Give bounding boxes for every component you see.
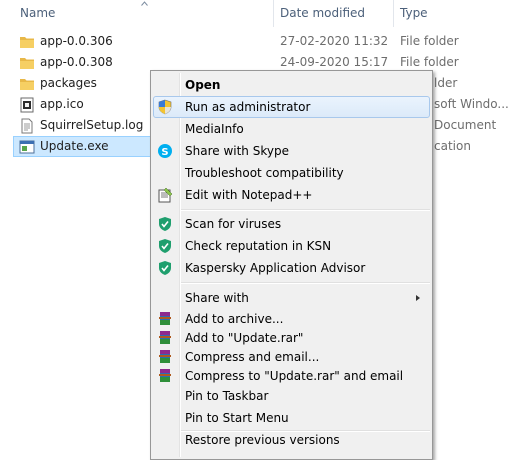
- menu-item-edit-with-notepad-plus-plus[interactable]: Edit with Notepad++: [153, 184, 430, 206]
- file-type: File folder: [400, 34, 459, 48]
- svg-text:S: S: [161, 147, 168, 158]
- menu-item-label: Kaspersky Application Advisor: [185, 261, 366, 275]
- file-name: app.ico: [40, 97, 84, 111]
- menu-item-open[interactable]: Open: [153, 74, 430, 96]
- menu-item-label: Share with: [185, 291, 249, 305]
- kaspersky-shield-icon: [159, 239, 171, 253]
- kaspersky-shield-icon: [159, 217, 171, 231]
- menu-item-pin-to-taskbar[interactable]: Pin to Taskbar: [153, 385, 430, 407]
- menu-item-share-with[interactable]: Share with: [153, 287, 430, 309]
- winrar-icon: [159, 369, 171, 382]
- file-name: app-0.0.308: [40, 55, 113, 69]
- text-file-icon: [21, 118, 33, 134]
- skype-icon: S: [158, 144, 172, 158]
- folder-icon: [20, 79, 34, 90]
- submenu-arrow-icon: [416, 295, 420, 301]
- file-date: 27-02-2020 11:32: [280, 34, 389, 48]
- column-divider[interactable]: [393, 0, 394, 27]
- file-explorer-window: Name Date modified Type app-0.0.306 27-0…: [0, 0, 520, 460]
- menu-item-label: Run as administrator: [185, 100, 311, 114]
- menu-item-label: Check reputation in KSN: [185, 239, 332, 253]
- ico-file-icon: [20, 97, 34, 113]
- column-header-date[interactable]: Date modified: [280, 0, 365, 27]
- file-name: packages: [40, 76, 97, 90]
- file-row-selected[interactable]: Update.exe: [13, 136, 152, 157]
- menu-separator: [181, 209, 430, 211]
- menu-item-label: Share with Skype: [185, 144, 289, 158]
- folder-icon: [20, 37, 34, 48]
- menu-item-troubleshoot-compatibility[interactable]: Troubleshoot compatibility: [153, 162, 430, 184]
- menu-item-label: Troubleshoot compatibility: [185, 166, 344, 180]
- menu-item-label: Edit with Notepad++: [185, 188, 313, 202]
- menu-item-label: Compress to "Update.rar" and email: [185, 369, 404, 383]
- menu-item-share-with-skype[interactable]: S Share with Skype: [153, 140, 430, 162]
- menu-item-label: Pin to Taskbar: [185, 389, 269, 403]
- menu-separator: [181, 282, 430, 284]
- file-type-partial: lder: [434, 76, 458, 90]
- column-header-name[interactable]: Name: [20, 0, 55, 27]
- menu-item-mediainfo[interactable]: MediaInfo: [153, 118, 430, 140]
- sort-ascending-icon: [141, 1, 148, 6]
- menu-item-label: Scan for viruses: [185, 217, 282, 231]
- menu-item-kaspersky-application-advisor[interactable]: Kaspersky Application Advisor: [153, 257, 430, 279]
- menu-item-scan-for-viruses[interactable]: Scan for viruses: [153, 213, 430, 235]
- folder-icon: [20, 58, 34, 69]
- kaspersky-shield-icon: [159, 261, 171, 275]
- file-name: SquirrelSetup.log: [40, 118, 144, 132]
- file-name: Update.exe: [40, 139, 109, 153]
- file-type-partial: Document: [434, 118, 497, 132]
- menu-item-compress-to-rar-and-email[interactable]: Compress to "Update.rar" and email: [153, 365, 430, 387]
- file-type-partial: soft Windo...: [434, 97, 509, 111]
- exe-file-icon: [19, 140, 35, 154]
- menu-item-pin-to-start-menu[interactable]: Pin to Start Menu: [153, 407, 430, 429]
- menu-item-run-as-administrator[interactable]: Run as administrator: [153, 96, 430, 118]
- notepad-plus-plus-icon: [158, 187, 173, 203]
- menu-item-label: Open: [185, 78, 221, 92]
- column-header-bar: Name Date modified Type: [0, 0, 520, 27]
- file-name: app-0.0.306: [40, 34, 113, 48]
- winrar-icon: [159, 350, 171, 363]
- column-header-type[interactable]: Type: [400, 0, 428, 27]
- file-type-partial: cation: [434, 139, 471, 153]
- context-menu: Open Run as administrator MediaInfo S Sh…: [150, 70, 433, 460]
- winrar-icon: [159, 331, 171, 344]
- column-divider[interactable]: [273, 0, 274, 27]
- menu-item-check-reputation-ksn[interactable]: Check reputation in KSN: [153, 235, 430, 257]
- menu-item-label: Pin to Start Menu: [185, 411, 289, 425]
- winrar-icon: [159, 312, 171, 325]
- file-row[interactable]: app-0.0.306 27-02-2020 11:32 File folder: [13, 31, 520, 52]
- uac-shield-icon: [158, 99, 172, 115]
- menu-item-label: MediaInfo: [185, 122, 244, 136]
